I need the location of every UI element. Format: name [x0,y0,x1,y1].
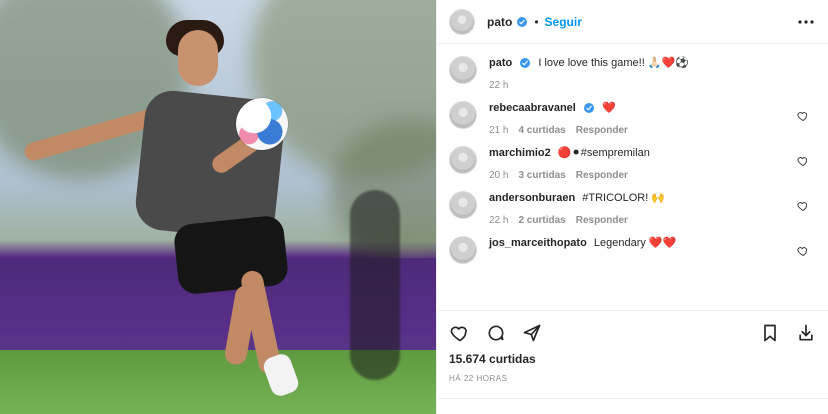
follow-button[interactable]: Seguir [545,15,582,29]
comment-username[interactable]: andersonburaen [489,192,575,204]
comments-list[interactable]: pato I love love this game!! 🙏🏻❤️⚽ 22 h [437,44,828,310]
comment-row: marchimio2 🔴⚫#sempremilan 20 h 3 curtida… [449,146,817,181]
player-head [178,30,218,86]
comment-row: andersonburaen #TRICOLOR! 🙌 22 h 2 curti… [449,191,817,226]
post-time: HÁ 22 HORAS [449,374,508,383]
comment-body: marchimio2 🔴⚫#sempremilan 20 h 3 curtida… [489,146,789,181]
bookmark-icon[interactable] [759,322,781,344]
comment-like-icon[interactable] [797,244,809,256]
comment-username[interactable]: rebecaabravanel [489,102,576,114]
more-options-icon[interactable] [796,14,816,30]
comment-likes[interactable]: 4 curtidas [518,125,565,136]
verified-badge-icon [516,16,528,28]
soccer-ball [236,98,288,150]
separator-dot: • [534,14,539,29]
comment-username[interactable]: marchimio2 [489,147,551,159]
comment-text: #TRICOLOR! 🙌 [582,192,666,204]
caption-text: I love love this game!! 🙏🏻❤️⚽ [538,57,689,69]
comment-like-icon[interactable] [797,199,809,211]
comment-row: rebecaabravanel ❤️ 21 h 4 curtidas Respo… [449,101,817,136]
reply-button[interactable]: Responder [576,215,628,226]
comment-time: 21 h [489,125,509,136]
post-header: pato • Seguir [437,0,828,44]
player-sock [261,351,301,399]
comment-text: 🔴⚫#sempremilan [557,147,650,159]
caption-meta: 22 h [489,80,789,91]
comment-icon[interactable] [485,322,507,344]
comment-body: rebecaabravanel ❤️ 21 h 4 curtidas Respo… [489,101,789,136]
post-action-bar [437,310,828,354]
reply-button[interactable]: Responder [576,170,628,181]
post-photo[interactable] [0,0,436,414]
avatar[interactable] [449,101,477,129]
send-icon[interactable] [521,322,543,344]
comment-text: ❤️ [601,102,616,114]
avatar[interactable] [449,56,477,84]
comment-line: andersonburaen #TRICOLOR! 🙌 [489,191,789,205]
avatar[interactable] [449,146,477,174]
avatar[interactable] [449,8,475,35]
comment-likes[interactable]: 2 curtidas [518,215,565,226]
post-like-count[interactable]: 15.674 curtidas [449,352,536,366]
comment-meta: 20 h 3 curtidas Responder [489,170,789,181]
comment-like-icon[interactable] [797,109,809,121]
avatar[interactable] [449,191,477,219]
comment-meta: 22 h 2 curtidas Responder [489,215,789,226]
comment-text: Legendary ❤️❤️ [593,237,677,249]
comment-username[interactable]: jos_marceithopato [489,237,587,249]
comment-meta: 21 h 4 curtidas Responder [489,125,789,136]
caption-time: 22 h [489,80,509,91]
comment-body: jos_marceithopato Legendary ❤️❤️ [489,236,789,264]
comment-composer[interactable] [437,398,828,414]
heart-icon[interactable] [449,322,471,344]
comment-time: 20 h [489,170,509,181]
comment-line: marchimio2 🔴⚫#sempremilan [489,146,789,160]
caption-username[interactable]: pato [489,57,512,69]
verified-badge-icon [519,57,531,69]
comment-like-icon[interactable] [797,154,809,166]
player-shorts [172,214,290,296]
header-username[interactable]: pato [487,15,512,29]
caption-body: pato I love love this game!! 🙏🏻❤️⚽ 22 h [489,56,789,91]
comment-likes[interactable]: 3 curtidas [518,170,565,181]
share-export-icon[interactable] [795,322,817,344]
comment-row: jos_marceithopato Legendary ❤️❤️ [449,236,817,264]
reply-button[interactable]: Responder [576,125,628,136]
caption-row: pato I love love this game!! 🙏🏻❤️⚽ 22 h [449,56,817,91]
main-player [0,0,436,414]
verified-badge-icon [583,102,595,114]
comment-time: 22 h [489,215,509,226]
avatar[interactable] [449,236,477,264]
comment-line: jos_marceithopato Legendary ❤️❤️ [489,236,789,250]
caption-line: pato I love love this game!! 🙏🏻❤️⚽ [489,56,789,70]
comment-body: andersonburaen #TRICOLOR! 🙌 22 h 2 curti… [489,191,789,226]
post-side-panel: pato • Seguir pato I love love this game… [436,0,828,414]
comment-line: rebecaabravanel ❤️ [489,101,789,115]
